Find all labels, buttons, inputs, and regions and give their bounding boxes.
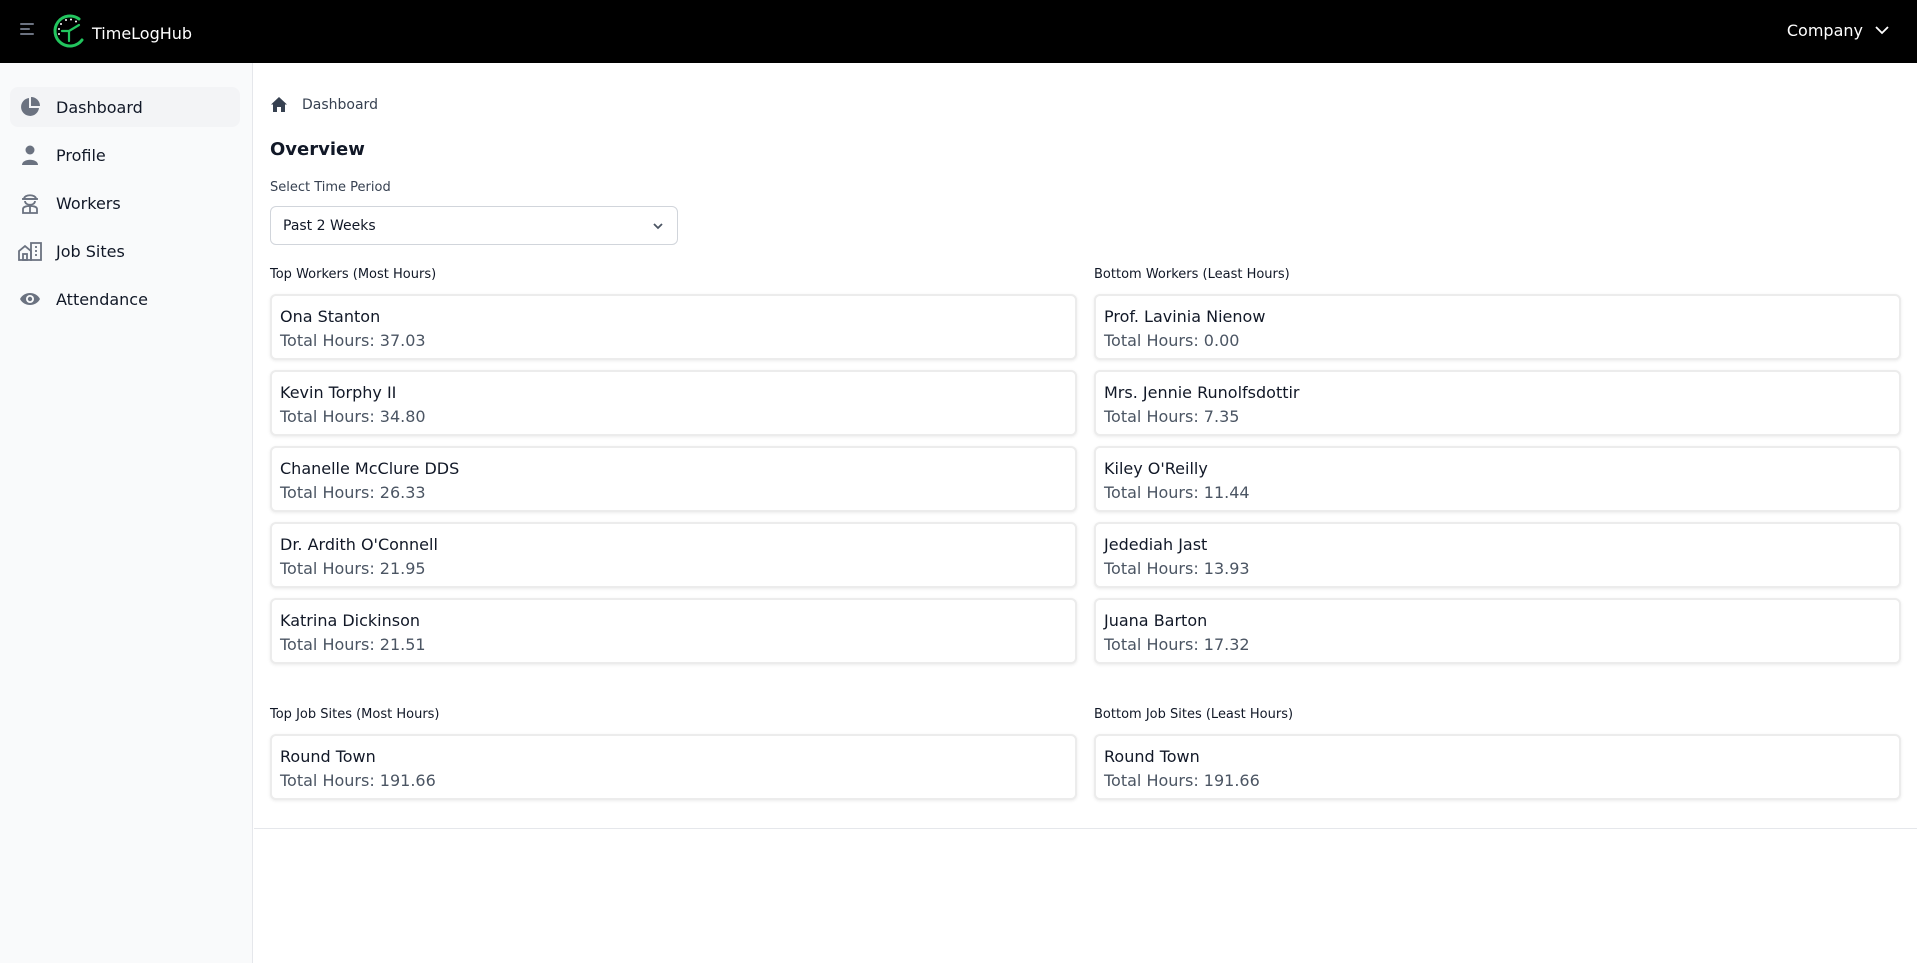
sidebar-item-profile[interactable]: Profile [10, 135, 240, 175]
content-divider [254, 828, 1917, 829]
clock-logo-icon [53, 14, 84, 48]
worker-name: Juana Barton [1104, 611, 1208, 630]
worker-name: Ona Stanton [280, 307, 381, 326]
worker-hours: Total Hours: 7.35 [1104, 407, 1240, 426]
user-icon [18, 143, 42, 167]
sidebar-item-label: Attendance [56, 289, 148, 309]
pie-chart-icon [18, 95, 42, 119]
app-title[interactable]: TimeLogHub [92, 24, 192, 43]
worker-hours: Total Hours: 34.80 [280, 407, 426, 426]
hamburger-icon-line [20, 28, 30, 30]
job-site-hours: Total Hours: 191.66 [280, 771, 436, 790]
company-menu[interactable]: Company [1787, 21, 1889, 40]
section-label: Bottom Workers (Least Hours) [1094, 267, 1290, 282]
time-period-label: Select Time Period [270, 180, 391, 195]
worker-name: Kiley O'Reilly [1104, 459, 1208, 478]
worker-card[interactable]: Prof. Lavinia Nienow Total Hours: 0.00 [1094, 294, 1901, 360]
worker-card[interactable]: Kiley O'Reilly Total Hours: 11.44 [1094, 446, 1901, 512]
worker-card[interactable]: Dr. Ardith O'Connell Total Hours: 21.95 [270, 522, 1077, 588]
home-icon[interactable] [270, 96, 288, 113]
worker-name: Kevin Torphy II [280, 383, 397, 402]
sidebar-item-job-sites[interactable]: Job Sites [10, 231, 240, 271]
hamburger-icon [20, 23, 34, 25]
bottom-workers-section: Bottom Workers (Least Hours) Prof. Lavin… [1094, 265, 1901, 664]
worker-hours: Total Hours: 13.93 [1104, 559, 1250, 578]
chevron-down-icon [1875, 26, 1889, 35]
worker-name: Dr. Ardith O'Connell [280, 535, 438, 554]
sidebar: Dashboard Profile Workers Job Sites Atte… [0, 63, 253, 963]
worker-card[interactable]: Mrs. Jennie Runolfsdottir Total Hours: 7.… [1094, 370, 1901, 436]
top-job-sites-section: Top Job Sites (Most Hours) Round Town Tot… [270, 705, 1077, 800]
worker-card[interactable]: Jedediah Jast Total Hours: 13.93 [1094, 522, 1901, 588]
top-navbar: TimeLogHub Company [0, 0, 1917, 63]
chevron-down-icon [653, 223, 663, 230]
bottom-job-sites-section: Bottom Job Sites (Least Hours) Round Tow… [1094, 705, 1901, 800]
worker-icon [18, 191, 42, 215]
hamburger-icon-line [20, 33, 34, 35]
worker-name: Jedediah Jast [1104, 535, 1208, 554]
worker-hours: Total Hours: 21.95 [280, 559, 426, 578]
sidebar-item-label: Workers [56, 193, 121, 213]
section-label: Top Job Sites (Most Hours) [270, 707, 440, 722]
worker-card[interactable]: Ona Stanton Total Hours: 37.03 [270, 294, 1077, 360]
worker-name: Prof. Lavinia Nienow [1104, 307, 1266, 326]
sidebar-item-label: Dashboard [56, 97, 143, 117]
worker-hours: Total Hours: 17.32 [1104, 635, 1250, 654]
job-site-name: Round Town [1104, 747, 1200, 766]
sidebar-item-dashboard[interactable]: Dashboard [10, 87, 240, 127]
worker-card[interactable]: Katrina Dickinson Total Hours: 21.51 [270, 598, 1077, 664]
job-site-card[interactable]: Round Town Total Hours: 191.66 [1094, 734, 1901, 800]
breadcrumb-item-dashboard[interactable]: Dashboard [302, 97, 378, 113]
worker-hours: Total Hours: 11.44 [1104, 483, 1250, 502]
worker-name: Mrs. Jennie Runolfsdottir [1104, 383, 1300, 402]
worker-hours: Total Hours: 21.51 [280, 635, 426, 654]
time-period-select[interactable]: Past 2 Weeks [270, 206, 678, 245]
sidebar-item-label: Profile [56, 145, 106, 165]
worker-hours: Total Hours: 0.00 [1104, 331, 1240, 350]
company-menu-label: Company [1786, 21, 1863, 40]
sidebar-item-workers[interactable]: Workers [10, 183, 240, 223]
worker-card[interactable]: Chanelle McClure DDS Total Hours: 26.33 [270, 446, 1077, 512]
menu-toggle-button[interactable] [20, 20, 38, 38]
eye-icon [18, 287, 42, 311]
job-site-card[interactable]: Round Town Total Hours: 191.66 [270, 734, 1077, 800]
section-label: Bottom Job Sites (Least Hours) [1094, 707, 1294, 722]
time-period-value: Past 2 Weeks [283, 217, 376, 234]
worker-card[interactable]: Juana Barton Total Hours: 17.32 [1094, 598, 1901, 664]
worker-card[interactable]: Kevin Torphy II Total Hours: 34.80 [270, 370, 1077, 436]
sidebar-item-label: Job Sites [56, 241, 125, 261]
worker-name: Katrina Dickinson [280, 611, 421, 630]
worker-hours: Total Hours: 37.03 [280, 331, 426, 350]
worker-name: Chanelle McClure DDS [280, 459, 460, 478]
page-title: Overview [270, 139, 365, 160]
job-site-hours: Total Hours: 191.66 [1104, 771, 1260, 790]
main-content: Dashboard Overview Select Time Period Pa… [254, 63, 1917, 963]
worker-hours: Total Hours: 26.33 [280, 483, 426, 502]
sidebar-item-attendance[interactable]: Attendance [10, 279, 240, 319]
breadcrumb: Dashboard [270, 96, 378, 113]
top-workers-section: Top Workers (Most Hours) Ona Stanton Tota… [270, 265, 1077, 664]
building-icon [18, 239, 42, 263]
section-label: Top Workers (Most Hours) [270, 267, 437, 282]
job-site-name: Round Town [280, 747, 376, 766]
